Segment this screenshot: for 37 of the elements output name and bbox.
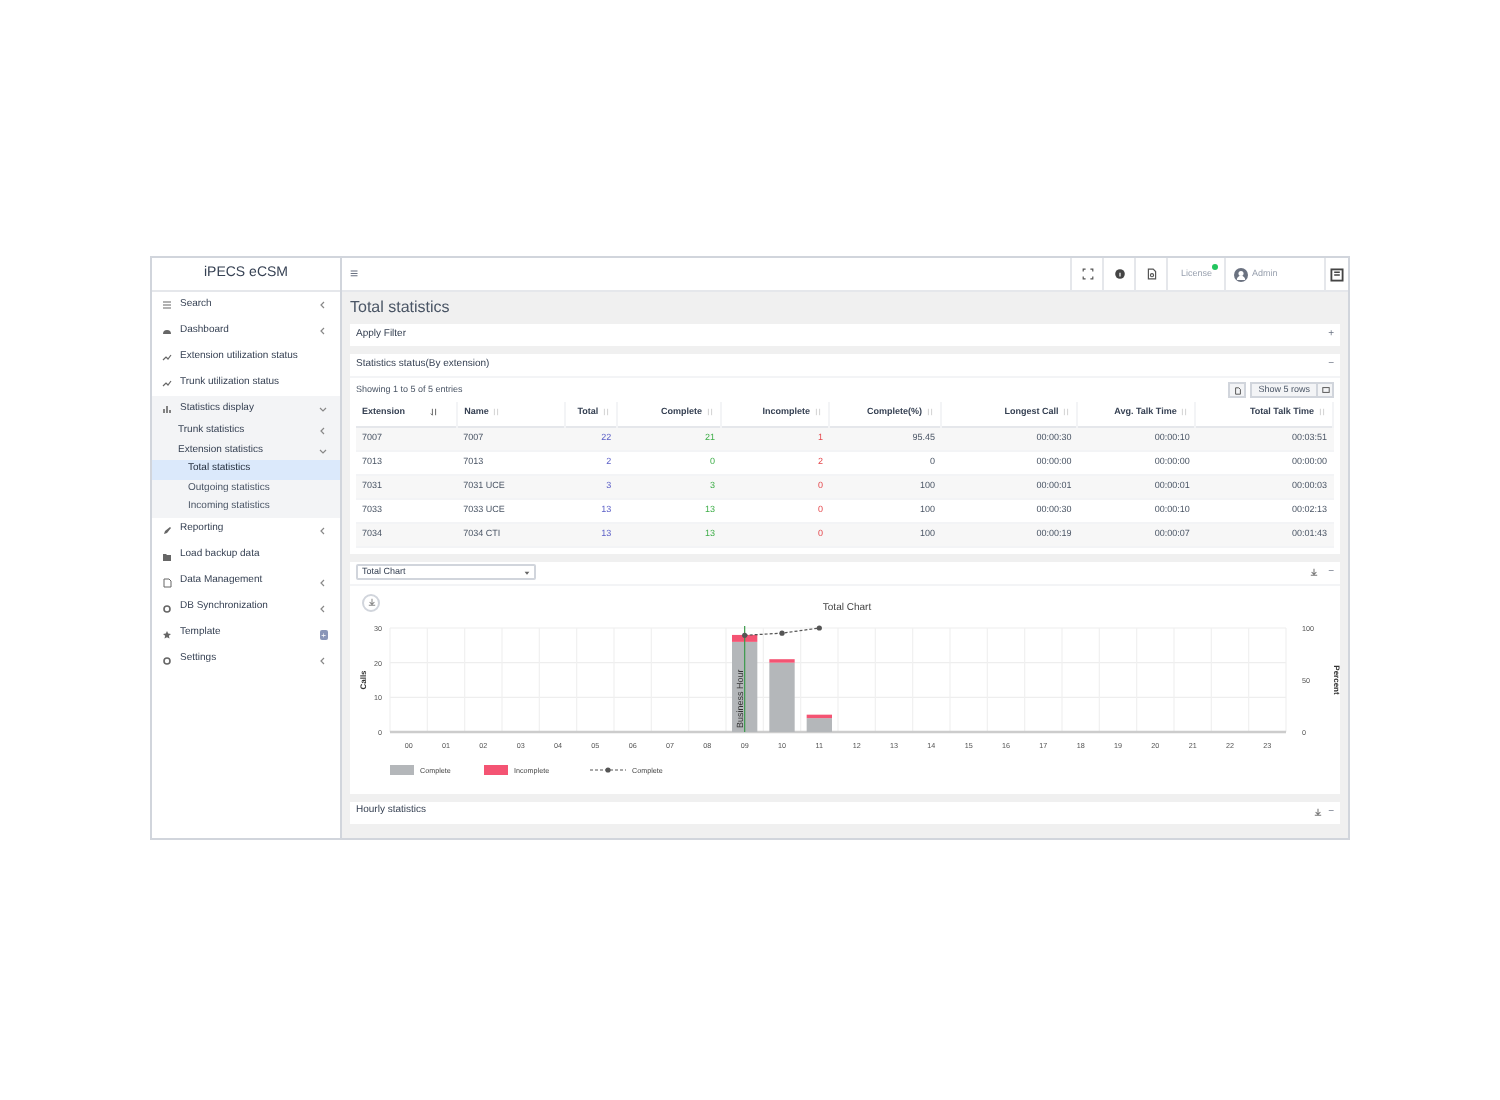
data-point	[779, 629, 785, 635]
sort-icon[interactable]	[492, 408, 501, 417]
bar-chart-icon	[162, 404, 172, 414]
dashboard-icon	[162, 326, 172, 336]
sort-icon[interactable]	[602, 408, 611, 417]
download-icon	[367, 598, 375, 606]
export-button[interactable]	[1228, 382, 1247, 398]
download-icon[interactable]	[1314, 808, 1323, 816]
sorted-icon[interactable]	[429, 408, 438, 417]
sort-icon[interactable]	[1318, 408, 1326, 417]
fullscreen-icon	[1081, 268, 1094, 280]
list-icon	[162, 300, 172, 310]
pencil-icon	[162, 525, 172, 535]
download-icon[interactable]	[1310, 568, 1319, 576]
data-point	[816, 624, 822, 630]
avatar-icon	[1234, 267, 1248, 281]
data-point	[742, 631, 748, 637]
info-icon	[1113, 268, 1126, 280]
document-icon	[1233, 385, 1242, 395]
document-icon	[162, 577, 172, 587]
sort-icon[interactable]	[926, 408, 935, 417]
sort-icon[interactable]	[706, 408, 715, 417]
columns-button[interactable]	[1316, 384, 1332, 396]
sort-icon[interactable]	[1062, 408, 1071, 417]
folder-icon	[162, 551, 172, 561]
download-button[interactable]	[362, 593, 380, 611]
page-title: Total statistics	[350, 298, 452, 316]
document-icon	[1145, 268, 1158, 280]
star-icon	[162, 629, 172, 639]
sort-icon[interactable]	[1180, 408, 1189, 417]
line-chart-icon	[162, 378, 172, 388]
columns-icon	[1321, 386, 1329, 394]
sort-icon[interactable]	[813, 408, 822, 417]
panel-icon	[1330, 267, 1344, 281]
caret-icon	[524, 569, 530, 575]
line-chart-icon	[162, 352, 172, 362]
logout-button[interactable]	[1324, 258, 1348, 291]
